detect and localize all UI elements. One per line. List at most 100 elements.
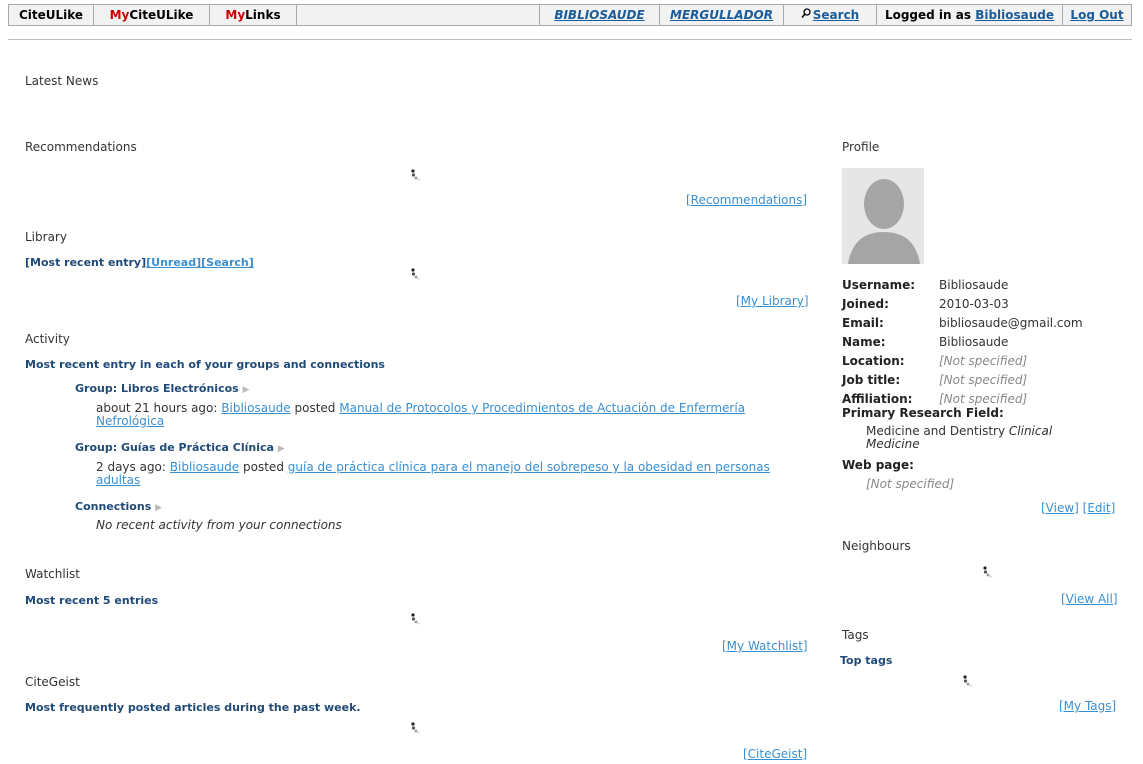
nav-my-citeulike-label[interactable]: CiteULike	[129, 8, 193, 22]
profile-field-value: Bibliosaude	[939, 334, 1009, 349]
profile-field-label: Username:	[842, 277, 916, 292]
library-filters: [Most recent entry][Unread][Search]	[25, 256, 254, 269]
library-search-link[interactable]: [Search]	[201, 256, 254, 269]
activity-group-heading[interactable]: Group: Guías de Práctica Clínica ▶	[75, 440, 285, 454]
profile-fields-table: Username: Bibliosaude Joined: 2010-03-03 E…	[842, 275, 1083, 408]
my-library-link[interactable]: [My Library]	[736, 294, 809, 308]
nav-login-status: Logged in as Bibliosaude	[877, 5, 1063, 25]
profile-field-row: Email: bibliosaude@gmail.com	[842, 313, 1083, 332]
activity-verb: posted	[294, 401, 336, 415]
profile-field-row: Job title: [Not specified]	[842, 370, 1083, 389]
expand-arrow-icon[interactable]: ▶	[155, 503, 162, 513]
profile-field-label: Name:	[842, 334, 886, 349]
loading-spinner-icon	[410, 613, 420, 628]
activity-verb: posted	[243, 460, 284, 474]
citegeist-link[interactable]: [CiteGeist]	[743, 747, 807, 761]
research-field-label: Primary Research Field:	[842, 406, 1004, 420]
activity-article-link-cont[interactable]: Nefrológica	[96, 414, 164, 428]
logged-in-username-link[interactable]: Bibliosaude	[975, 8, 1054, 22]
profile-field-value: [Not specified]	[939, 353, 1028, 368]
webpage-label: Web page:	[842, 458, 914, 472]
profile-field-value: Bibliosaude	[939, 277, 1009, 292]
webpage-value: [Not specified]	[866, 477, 955, 491]
profile-details: Username: Bibliosaude Joined: 2010-03-03 E…	[842, 275, 1132, 408]
nav-my-prefix: My	[109, 8, 130, 22]
loading-spinner-icon	[410, 268, 420, 283]
my-tags-link[interactable]: [My Tags]	[1059, 699, 1116, 713]
logged-in-label: Logged in as	[884, 8, 972, 22]
profile-title: Profile	[842, 140, 880, 154]
citegeist-subtitle: Most frequently posted articles during t…	[25, 701, 361, 714]
nav-search[interactable]: Search	[784, 5, 877, 25]
loading-spinner-icon	[410, 722, 420, 737]
header-divider	[8, 39, 1132, 40]
group-name-link[interactable]: Group: Libros Electrónicos	[75, 382, 239, 395]
profile-view-link[interactable]: [View]	[1041, 501, 1079, 515]
top-navigation: CiteULike My CiteULike My Links BIBLIOSAUD…	[8, 4, 1132, 26]
activity-group-heading[interactable]: Group: Libros Electrónicos ▶	[75, 381, 249, 395]
watchlist-subtitle: Most recent 5 entries	[25, 594, 159, 607]
activity-user-link[interactable]: Bibliosaude	[170, 460, 239, 474]
activity-article-link-cont[interactable]: adultas	[96, 473, 140, 487]
activity-subtitle: Most recent entry in each of your groups…	[25, 358, 385, 371]
library-unread-link[interactable]: [Unread]	[146, 256, 201, 269]
profile-field-row: Location: [Not specified]	[842, 351, 1083, 370]
nav-citeulike[interactable]: CiteULike	[9, 5, 94, 25]
expand-arrow-icon[interactable]: ▶	[278, 444, 285, 454]
nav-my-prefix: My	[225, 8, 246, 22]
connections-link[interactable]: Connections	[75, 500, 151, 513]
activity-article-link[interactable]: guía de práctica clínica para el manejo …	[288, 460, 770, 474]
profile-field-row: Joined: 2010-03-03	[842, 294, 1083, 313]
activity-user-link[interactable]: Bibliosaude	[221, 401, 290, 415]
view-all-neighbours-link[interactable]: [View All]	[1061, 592, 1118, 606]
profile-field-label: Job title:	[842, 372, 901, 387]
avatar	[842, 168, 924, 264]
loading-spinner-icon	[410, 169, 420, 184]
profile-field-row: Name: Bibliosaude	[842, 332, 1083, 351]
nav-my-links[interactable]: My Links	[210, 5, 297, 25]
group-name-link[interactable]: Group: Guías de Práctica Clínica	[75, 441, 274, 454]
nav-my-citeulike[interactable]: My CiteULike	[94, 5, 210, 25]
connections-heading[interactable]: Connections ▶	[75, 499, 162, 513]
search-icon[interactable]	[801, 8, 811, 22]
logout-link[interactable]: Log Out	[1070, 8, 1123, 22]
nav-mergullador-link[interactable]: MERGULLADOR	[670, 8, 773, 22]
nav-citeulike-label[interactable]: CiteULike	[19, 8, 83, 22]
profile-field-row: Username: Bibliosaude	[842, 275, 1083, 294]
profile-field-label: Joined:	[842, 296, 889, 311]
profile-field-label: Email:	[842, 315, 884, 330]
nav-logout[interactable]: Log Out	[1063, 5, 1131, 25]
profile-field-value: 2010-03-03	[939, 296, 1009, 311]
nav-group-bibliosaude[interactable]: BIBLIOSAUDE	[539, 5, 660, 25]
profile-edit-link[interactable]: [Edit]	[1083, 501, 1116, 515]
nav-bibliosaude-link[interactable]: BIBLIOSAUDE	[554, 8, 644, 22]
nav-group-mergullador[interactable]: MERGULLADOR	[660, 5, 784, 25]
library-title: Library	[25, 230, 67, 244]
tags-subtitle: Top tags	[840, 654, 893, 667]
activity-entry: 2 days ago: Bibliosaude posted guía de p…	[96, 461, 806, 487]
activity-article-link[interactable]: Manual de Protocolos y Procedimientos de…	[339, 401, 745, 415]
profile-field-value: bibliosaude@gmail.com	[939, 315, 1083, 330]
activity-title: Activity	[25, 332, 70, 346]
neighbours-title: Neighbours	[842, 539, 911, 553]
research-field-main: Medicine and Dentistry	[866, 424, 1006, 438]
tags-title: Tags	[842, 628, 869, 642]
profile-field-value: [Not specified]	[939, 372, 1028, 387]
activity-time: about 21 hours ago:	[96, 401, 218, 415]
library-most-recent: [Most recent entry]	[25, 256, 147, 269]
profile-field-label: Location:	[842, 353, 905, 368]
nav-my-links-label[interactable]: Links	[245, 8, 280, 22]
loading-spinner-icon	[962, 675, 972, 690]
nav-search-label[interactable]: Search	[813, 8, 859, 22]
recommendations-link[interactable]: [Recommendations]	[686, 193, 807, 207]
research-field-sub: Clinical	[1008, 424, 1053, 438]
activity-time: 2 days ago:	[96, 460, 166, 474]
activity-entry: about 21 hours ago: Bibliosaude posted M…	[96, 402, 806, 428]
recommendations-title: Recommendations	[25, 140, 137, 154]
expand-arrow-icon[interactable]: ▶	[243, 385, 250, 395]
citegeist-title: CiteGeist	[25, 675, 80, 689]
research-field-value: Medicine and Dentistry Clinical Medicine	[866, 425, 1096, 451]
my-watchlist-link[interactable]: [My Watchlist]	[722, 639, 808, 653]
latest-news-title: Latest News	[25, 74, 99, 88]
